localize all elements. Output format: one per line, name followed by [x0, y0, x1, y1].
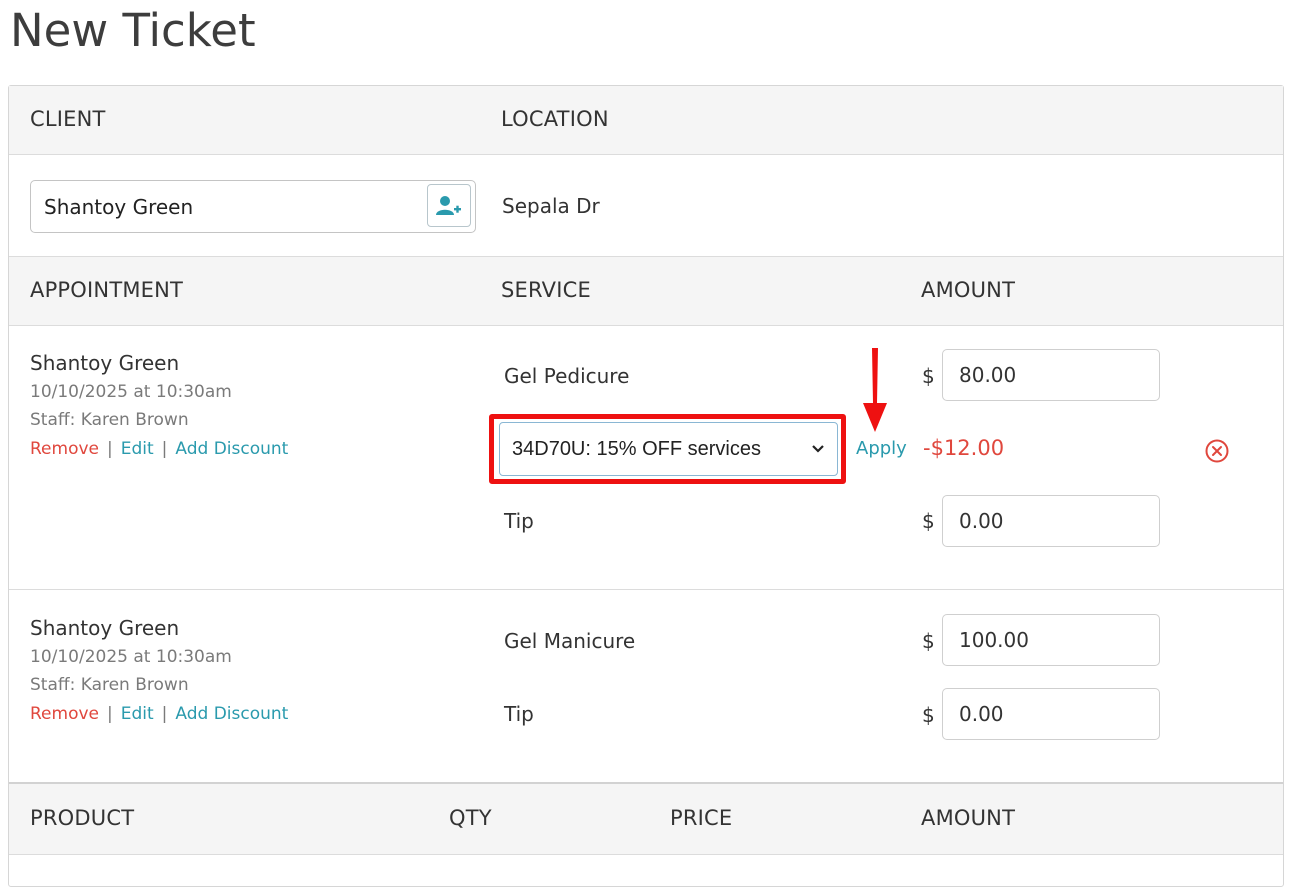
- circle-x-icon[interactable]: [1205, 439, 1229, 463]
- location-value: Sepala Dr: [502, 194, 600, 218]
- remove-link[interactable]: Remove: [30, 704, 99, 724]
- remove-link[interactable]: Remove: [30, 439, 99, 459]
- separator: |: [107, 704, 113, 724]
- discount-select-value: 34D70U: 15% OFF services: [512, 437, 761, 460]
- add-discount-link[interactable]: Add Discount: [175, 439, 288, 459]
- page-title: New Ticket: [10, 4, 256, 57]
- add-discount-link[interactable]: Add Discount: [175, 704, 288, 724]
- product-amount-header: AMOUNT: [921, 806, 1016, 830]
- client-input[interactable]: [30, 180, 476, 233]
- appointment-datetime: 10/10/2025 at 10:30am: [30, 382, 232, 402]
- currency-symbol: $: [922, 703, 935, 727]
- client-header: CLIENT: [30, 107, 106, 131]
- red-arrow-icon: [863, 348, 887, 432]
- tip-label: Tip: [504, 702, 534, 726]
- price-header: PRICE: [670, 806, 733, 830]
- add-user-icon: [436, 195, 461, 215]
- separator: |: [107, 439, 113, 459]
- currency-symbol: $: [922, 509, 935, 533]
- appointment-header-band: APPOINTMENT SERVICE AMOUNT: [9, 256, 1283, 326]
- ticket-panel: CLIENT LOCATION Sepala Dr APPOINTMENT SE…: [8, 85, 1284, 887]
- qty-header: QTY: [449, 806, 492, 830]
- location-header: LOCATION: [501, 107, 609, 131]
- service-amount-input[interactable]: [942, 349, 1160, 401]
- row-divider: [9, 589, 1283, 590]
- currency-symbol: $: [922, 629, 935, 653]
- appointment-client-name: Shantoy Green: [30, 351, 180, 375]
- appointment-staff: Staff: Karen Brown: [30, 410, 189, 430]
- edit-link[interactable]: Edit: [121, 704, 154, 724]
- service-name: Gel Manicure: [504, 629, 636, 653]
- appointment-client-name: Shantoy Green: [30, 616, 180, 640]
- client-header-band: CLIENT LOCATION: [9, 86, 1283, 155]
- edit-link[interactable]: Edit: [121, 439, 154, 459]
- appointment-staff: Staff: Karen Brown: [30, 675, 189, 695]
- service-header: SERVICE: [501, 278, 591, 302]
- product-header-band: PRODUCT QTY PRICE AMOUNT: [9, 782, 1283, 855]
- service-name: Gel Pedicure: [504, 364, 630, 388]
- product-header: PRODUCT: [30, 806, 135, 830]
- appointment-header: APPOINTMENT: [30, 278, 184, 302]
- currency-symbol: $: [922, 364, 935, 388]
- tip-label: Tip: [504, 509, 534, 533]
- apply-discount-button[interactable]: Apply: [856, 438, 907, 459]
- service-amount-input[interactable]: [942, 614, 1160, 666]
- appointment-datetime: 10/10/2025 at 10:30am: [30, 647, 232, 667]
- amount-header: AMOUNT: [921, 278, 1016, 302]
- discount-select[interactable]: 34D70U: 15% OFF services: [499, 422, 838, 476]
- appointment-actions: Remove | Edit | Add Discount: [30, 439, 288, 459]
- appointment-actions: Remove | Edit | Add Discount: [30, 704, 288, 724]
- tip-input[interactable]: [942, 495, 1160, 547]
- chevron-down-icon: [812, 445, 824, 453]
- discount-amount: -$12.00: [923, 436, 1005, 460]
- tip-input[interactable]: [942, 688, 1160, 740]
- add-client-button[interactable]: [427, 184, 471, 227]
- separator: |: [161, 439, 168, 459]
- separator: |: [161, 704, 168, 724]
